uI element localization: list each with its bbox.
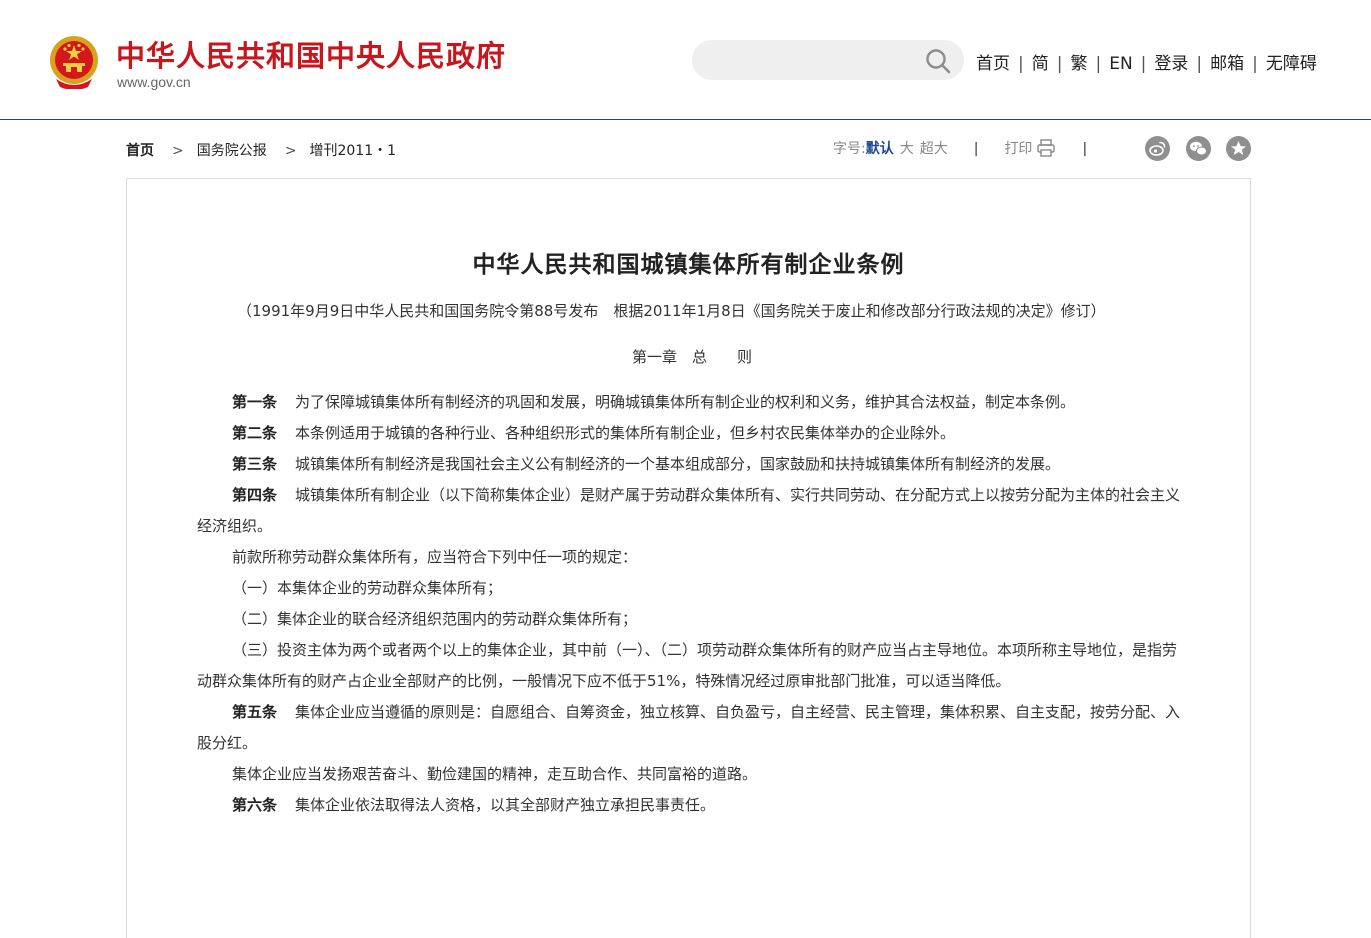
font-size-large[interactable]: 大 [900, 141, 914, 157]
article-body: （1991年9月9日中华人民共和国国务院令第88号发布 根据2011年1月8日《… [197, 296, 1187, 821]
article-panel: 中华人民共和国城镇集体所有制企业条例 （1991年9月9日中华人民共和国国务院令… [126, 178, 1251, 938]
breadcrumb: 首页 > 国务院公报 > 增刊2011・1 [126, 140, 396, 160]
chevron-right-icon: > [284, 143, 297, 159]
article-2: 第二条 本条例适用于城镇的各种行业、各种组织形式的集体所有制企业，但乡村农民集体举… [197, 418, 1187, 449]
article-label: 第三条 [232, 455, 278, 473]
nav-separator: | [1252, 54, 1258, 74]
paragraph: （二）集体企业的联合经济组织范围内的劳动群众集体所有； [232, 610, 638, 628]
breadcrumb-gazette[interactable]: 国务院公报 [197, 143, 267, 159]
tool-separator: | [973, 141, 979, 157]
top-nav: 首页 | 简 | 繁 | EN | 登录 | 邮箱 | 无障碍 [976, 49, 1317, 74]
article-label: 第一条 [232, 393, 278, 411]
nav-separator: | [1018, 54, 1024, 74]
printer-icon [1037, 139, 1056, 157]
nav-accessibility[interactable]: 无障碍 [1266, 54, 1317, 74]
favorite-button[interactable] [1226, 136, 1251, 161]
font-size-label: 字号: [833, 141, 866, 157]
chapter-heading: 第一章 总 则 [631, 348, 752, 366]
weibo-share-button[interactable] [1145, 136, 1170, 161]
print-label: 打印 [1004, 141, 1033, 157]
paragraph: （一）本集体企业的劳动群众集体所有； [232, 579, 503, 597]
nav-separator: | [1095, 54, 1102, 74]
article-5: 第五条 集体企业应当遵循的原则是：自愿组合、自筹资金，独立核算、自负盈亏，自主经营… [197, 697, 1187, 759]
article-label: 第四条 [232, 486, 278, 504]
article-1: 第一条 为了保障城镇集体所有制经济的巩固和发展，明确城镇集体所有制企业的权利和义务… [197, 387, 1187, 418]
search-icon[interactable] [923, 46, 953, 76]
article-4: 第四条 城镇集体所有制企业（以下简称集体企业）是财产属于劳动群众集体所有、实行共同… [197, 480, 1187, 542]
article-text: 本条例适用于城镇的各种行业、各种组织形式的集体所有制企业，但乡村农民集体举办的企… [295, 424, 956, 442]
site-header: 中华人民共和国中央人民政府 www.gov.cn 首页 | 简 | 繁 | EN | 登录 | 邮箱… [0, 0, 1371, 120]
nav-separator: | [1196, 54, 1203, 74]
wechat-icon [1190, 141, 1207, 156]
article-6: 第六条 集体企业依法取得法人资格，以其全部财产独立承担民事责任。 [197, 790, 1187, 821]
site-url: www.gov.cn [117, 74, 191, 90]
paragraph: （三）投资主体为两个或者两个以上的集体企业，其中前（一）、（二）项劳动群众集体所… [197, 641, 1178, 690]
article-label: 第五条 [232, 703, 278, 721]
nav-english[interactable]: EN [1109, 54, 1132, 74]
article-text: 集体企业依法取得法人资格，以其全部财产独立承担民事责任。 [295, 796, 716, 814]
chevron-right-icon: > [172, 143, 184, 159]
article-text: 城镇集体所有制企业（以下简称集体企业）是财产属于劳动群众集体所有、实行共同劳动、… [197, 486, 1181, 535]
font-size-xlarge[interactable]: 超大 [920, 141, 948, 157]
nav-login[interactable]: 登录 [1154, 54, 1188, 74]
article-text: 为了保障城镇集体所有制经济的巩固和发展，明确城镇集体所有制企业的权利和义务，维护… [295, 393, 1076, 411]
page-tools: 字号:默认大超大 | 打印 | [833, 138, 1113, 158]
paragraph: 集体企业应当发扬艰苦奋斗、勤俭建国的精神，走互助合作、共同富裕的道路。 [232, 765, 758, 783]
nav-separator: | [1056, 54, 1063, 74]
nav-home[interactable]: 首页 [976, 54, 1010, 74]
paragraph: 前款所称劳动群众集体所有，应当符合下列中任一项的规定： [232, 548, 638, 566]
article-3: 第三条 城镇集体所有制经济是我国社会主义公有制经济的一个基本组成部分，国家鼓励和扶… [197, 449, 1187, 480]
breadcrumb-home[interactable]: 首页 [126, 143, 154, 159]
article-label: 第六条 [232, 796, 278, 814]
star-icon [1231, 141, 1246, 155]
article-text: 集体企业应当遵循的原则是：自愿组合、自筹资金，独立核算、自负盈亏，自主经营、民主… [197, 703, 1181, 752]
tool-separator: | [1082, 141, 1088, 157]
breadcrumb-current: 增刊2011・1 [309, 143, 397, 159]
article-title: 中华人民共和国城镇集体所有制企业条例 [472, 251, 905, 278]
site-title[interactable]: 中华人民共和国中央人民政府 [116, 33, 506, 75]
nav-separator: | [1140, 54, 1147, 74]
nav-simplified[interactable]: 简 [1032, 54, 1049, 74]
article-text: 城镇集体所有制经济是我国社会主义公有制经济的一个基本组成部分，国家鼓励和扶持城镇… [295, 455, 1061, 473]
nav-mailbox[interactable]: 邮箱 [1210, 54, 1244, 74]
font-size-default[interactable]: 默认 [866, 141, 894, 157]
article-label: 第二条 [232, 424, 278, 442]
print-button[interactable]: 打印 [1004, 139, 1056, 157]
article-source-note: （1991年9月9日中华人民共和国国务院令第88号发布 根据2011年1月8日《… [237, 302, 1106, 320]
weibo-icon [1149, 141, 1166, 156]
wechat-share-button[interactable] [1186, 136, 1211, 161]
national-emblem-icon[interactable] [48, 35, 100, 89]
nav-traditional[interactable]: 繁 [1070, 54, 1087, 74]
